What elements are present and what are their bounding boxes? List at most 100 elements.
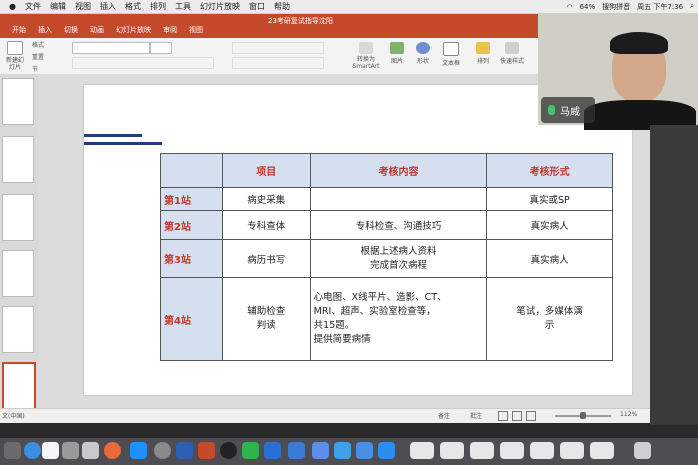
finder-icon[interactable] — [4, 442, 21, 459]
right-edge-panel — [650, 125, 698, 425]
form-cell: 真实病人 — [486, 210, 613, 240]
font-size-select[interactable] — [150, 42, 172, 54]
menu-window[interactable]: 窗口 — [249, 1, 265, 12]
zoom-level[interactable]: 112% — [620, 411, 637, 418]
safari-icon[interactable] — [24, 442, 41, 459]
reset-button[interactable]: 重置 — [32, 52, 44, 61]
alignment-group[interactable] — [232, 57, 324, 69]
textbox-button[interactable]: 文本框 — [442, 42, 460, 67]
section-button[interactable]: 节 — [32, 64, 38, 73]
qq-icon[interactable] — [220, 442, 237, 459]
table-row: 第3站 病历书写 根据上述病人资料 完成首次病程 真实病人 — [160, 239, 613, 278]
menu-slideshow[interactable]: 幻灯片放映 — [200, 1, 240, 12]
layout-format-button[interactable]: 格式 — [32, 40, 44, 49]
menu-tools[interactable]: 工具 — [175, 1, 191, 12]
slide-thumbnail[interactable] — [2, 194, 34, 241]
menu-edit[interactable]: 编辑 — [50, 1, 66, 12]
slideshow-view-icon[interactable] — [526, 411, 536, 421]
station-cell: 第4站 — [160, 277, 223, 361]
search-icon[interactable]: ⌕ — [690, 2, 694, 11]
tencent-meeting-icon[interactable] — [378, 442, 395, 459]
normal-view-icon[interactable] — [498, 411, 508, 421]
minimized-window[interactable] — [500, 442, 524, 459]
table-row: 第4站 辅助检查 判读 心电图、X线平片、造影、CT、 MRI、超声、实验室检查… — [160, 277, 613, 361]
tab-view[interactable]: 视图 — [189, 25, 203, 35]
zoom-slider-handle[interactable] — [580, 412, 586, 419]
quick-style-button[interactable]: 快速样式 — [500, 42, 524, 65]
tab-transitions[interactable]: 切换 — [64, 25, 78, 35]
decorative-bar — [84, 134, 142, 137]
input-method[interactable]: 搜狗拼音 — [602, 2, 630, 12]
picture-button[interactable]: 图片 — [390, 42, 404, 65]
paragraph-group[interactable] — [232, 42, 324, 54]
content-cell: 心电图、X线平片、造影、CT、 MRI、超声、实验室检查等， 共15题。 提供简… — [309, 277, 488, 361]
wifi-icon[interactable]: ◠ — [566, 3, 572, 11]
slide-thumbnail[interactable] — [2, 78, 34, 125]
item-cell: 专科查体 — [221, 210, 311, 240]
app-icon[interactable] — [312, 442, 329, 459]
app-icon[interactable] — [62, 442, 79, 459]
shape-icon — [416, 42, 430, 54]
menu-format[interactable]: 格式 — [125, 1, 141, 12]
tab-animations[interactable]: 动画 — [90, 25, 104, 35]
picture-icon — [390, 42, 404, 54]
arrange-button[interactable]: 排列 — [476, 42, 490, 65]
menu-arrange[interactable]: 排列 — [150, 1, 166, 12]
menu-help[interactable]: 帮助 — [274, 1, 290, 12]
font-style-group[interactable] — [72, 57, 214, 69]
convert-smartart-button[interactable]: 转换为SmartArt — [350, 42, 382, 70]
header-cell-content: 考核内容 — [309, 153, 488, 188]
tab-review[interactable]: 审阅 — [163, 25, 177, 35]
quick-style-icon — [505, 42, 519, 54]
minimized-window[interactable] — [560, 442, 584, 459]
slide-thumbnail[interactable] — [2, 136, 34, 183]
menu-bar: ● 文件 编辑 视图 插入 格式 排列 工具 幻灯片放映 窗口 帮助 ◠ 64%… — [0, 0, 698, 14]
smartart-icon — [359, 42, 373, 54]
app-icon[interactable] — [82, 442, 99, 459]
slide-thumbnail[interactable] — [2, 306, 34, 353]
trash-icon[interactable] — [634, 442, 651, 459]
app-icon[interactable] — [334, 442, 351, 459]
app-icon[interactable] — [288, 442, 305, 459]
minimized-window[interactable] — [530, 442, 554, 459]
minimized-window[interactable] — [440, 442, 464, 459]
shape-button[interactable]: 形状 — [416, 42, 430, 65]
notes-button[interactable]: 备注 — [438, 411, 450, 420]
item-cell: 病史采集 — [221, 187, 311, 211]
settings-icon[interactable] — [154, 442, 171, 459]
status-bar: 文(中国) 备注 批注 112% — [0, 408, 650, 423]
tab-slideshow[interactable]: 幻灯片放映 — [116, 25, 151, 35]
new-slide-button[interactable]: 新建幻灯片 — [4, 41, 26, 71]
font-name-select[interactable] — [72, 42, 150, 54]
app-icon[interactable] — [356, 442, 373, 459]
photos-icon[interactable] — [104, 442, 121, 459]
app-store-icon[interactable] — [130, 442, 147, 459]
powerpoint-icon[interactable] — [198, 442, 215, 459]
table-row: 第2站 专科查体 专科检查、沟通技巧 真实病人 — [160, 210, 613, 240]
wechat-icon[interactable] — [242, 442, 259, 459]
menu-view[interactable]: 视图 — [75, 1, 91, 12]
calendar-icon[interactable] — [42, 442, 59, 459]
minimized-window[interactable] — [410, 442, 434, 459]
ribbon-tabs: 开始 插入 切换 动画 幻灯片放映 审阅 视图 — [0, 25, 203, 35]
sorter-view-icon[interactable] — [512, 411, 522, 421]
app-icon[interactable] — [264, 442, 281, 459]
word-icon[interactable] — [176, 442, 193, 459]
clock[interactable]: 周五 下午7:36 — [637, 2, 683, 12]
minimized-window[interactable] — [470, 442, 494, 459]
battery-label[interactable]: 64% — [580, 3, 596, 11]
tab-insert[interactable]: 插入 — [38, 25, 52, 35]
menu-insert[interactable]: 插入 — [100, 1, 116, 12]
exam-table[interactable]: 项目 考核内容 考核形式 第1站 病史采集 真实或SP 第2站 专科查体 专科检… — [160, 153, 613, 361]
slide-thumbnail[interactable] — [2, 250, 34, 297]
tab-home[interactable]: 开始 — [12, 25, 26, 35]
apple-icon[interactable]: ● — [9, 2, 16, 11]
slide-thumbnail-selected[interactable] — [2, 362, 36, 411]
item-cell: 病历书写 — [221, 239, 311, 278]
comments-button[interactable]: 批注 — [470, 411, 482, 420]
menu-file[interactable]: 文件 — [25, 1, 41, 12]
status-area: ◠ 64% 搜狗拼音 周五 下午7:36 ⌕ — [559, 0, 694, 13]
station-cell: 第2站 — [160, 210, 223, 240]
document-title: 23考研复试指导沈阳 — [268, 17, 333, 25]
minimized-window[interactable] — [590, 442, 614, 459]
